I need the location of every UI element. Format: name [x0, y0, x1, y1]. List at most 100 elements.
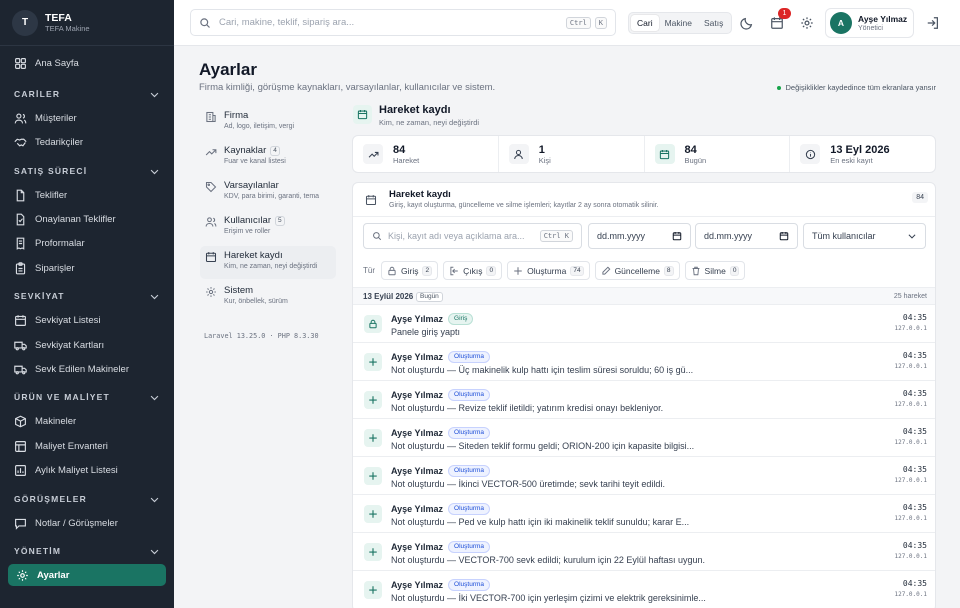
filter-cikis[interactable]: Çıkış 0	[443, 261, 503, 280]
date-from-input[interactable]: dd.mm.yyyy	[588, 223, 691, 249]
users-icon	[14, 112, 27, 123]
stat-label: Bugün	[684, 155, 707, 165]
date-to-input[interactable]: dd.mm.yyyy	[695, 223, 798, 249]
settings-nav-kaynaklar[interactable]: Kaynaklar 4 Fuar ve kanal listesi	[200, 141, 336, 174]
users-icon	[205, 217, 217, 227]
search-scope-toggle: Cari Makine Satış	[628, 12, 733, 34]
trash-icon	[692, 266, 699, 275]
sidebar-section-yonetim[interactable]: YÖNETİM	[14, 544, 160, 558]
sidebar-item-aylik-maliyet[interactable]: Aylık Maliyet Listesi	[0, 459, 174, 481]
sidebar-item-proformalar[interactable]: Proformalar	[0, 232, 174, 254]
activity-log-panel: Hareket kaydı Giriş, kayıt oluşturma, gü…	[352, 182, 936, 608]
sidebar-item-sevk-edilen-makineler[interactable]: Sevk Edilen Makineler	[0, 358, 174, 380]
sidebar-item-home[interactable]: Ana Sayfa	[0, 52, 174, 74]
search-input[interactable]: Cari, makine, teklif, sipariş ara...	[219, 17, 562, 28]
sidebar-item-teklifler[interactable]: Teklifler	[0, 184, 174, 206]
log-message: Not oluşturdu — Üç makinelik kulp hattı …	[391, 365, 694, 375]
log-row[interactable]: Ayşe Yılmaz Giriş Panele giriş yaptı 04:3…	[353, 305, 935, 343]
settings-nav-sistem[interactable]: Sistem Kur, önbellek, sürüm	[200, 281, 336, 314]
log-row[interactable]: Ayşe Yılmaz Oluşturma Not oluşturdu — Ped…	[353, 495, 935, 533]
stats-bar: 84 Hareket 1 Kişi 84 Bugün 13 Eyl 2026 En es…	[352, 135, 936, 173]
sidebar-item-ayarlar[interactable]: Ayarlar	[8, 564, 166, 586]
log-search-input[interactable]: Kişi, kayıt adı veya açıklama ara...	[388, 231, 536, 241]
settings-nav-desc: Kim, ne zaman, neyi değiştirdi	[224, 263, 318, 270]
stat-en-eski: 13 Eyl 2026 En eski kayıt	[790, 136, 935, 172]
sidebar-item-makineler[interactable]: Makineler	[0, 410, 174, 432]
sidebar-item-sevkiyat-kartlari[interactable]: Sevkiyat Kartları	[0, 334, 174, 356]
page-title: Ayarlar	[199, 60, 257, 79]
log-type-badge: Giriş	[448, 313, 474, 325]
filter-silme[interactable]: Silme 0	[684, 261, 746, 280]
chip-count: 8	[663, 265, 674, 276]
settings-nav-firma[interactable]: Firma Ad, logo, iletişim, vergi	[200, 106, 336, 139]
plus-icon	[514, 266, 522, 275]
settings-nav-hareket-kaydi[interactable]: Hareket kaydı Kim, ne zaman, neyi değişti…	[200, 246, 336, 279]
day-date: 13 Eylül 2026	[363, 292, 414, 301]
scope-makine[interactable]: Makine	[659, 15, 698, 31]
sidebar-item-label: Onaylanan Teklifler	[35, 213, 116, 225]
settings-nav-title: Hareket kaydı	[224, 250, 283, 261]
day-group-header: 13 Eylül 2026 Bugün 25 hareket	[353, 287, 935, 305]
log-row[interactable]: Ayşe Yılmaz Oluşturma Not oluşturdu — Sit…	[353, 419, 935, 457]
settings-nav-desc: Kur, önbellek, sürüm	[224, 298, 288, 305]
settings-nav-kullanicilar[interactable]: Kullanıcılar 5 Erişim ve roller	[200, 211, 336, 244]
log-row[interactable]: Ayşe Yılmaz Oluşturma Not oluşturdu — VEC…	[353, 533, 935, 571]
calendar-icon	[15, 314, 26, 326]
scope-satis[interactable]: Satış	[698, 15, 729, 31]
sidebar-section-urun[interactable]: ÜRÜN VE MALİYET	[14, 390, 160, 404]
log-ip: 127.0.0.1	[894, 401, 927, 408]
plus-icon	[364, 353, 382, 371]
log-row[interactable]: Ayşe Yılmaz Oluşturma Not oluşturdu — İki…	[353, 457, 935, 495]
sidebar-item-notlar[interactable]: Notlar / Görüşmeler	[0, 512, 174, 534]
log-user: Ayşe Yılmaz	[391, 428, 444, 438]
user-name: Ayşe Yılmaz	[858, 13, 908, 24]
sidebar-section-satis[interactable]: SATIŞ SÜRECİ	[14, 164, 160, 178]
log-row[interactable]: Ayşe Yılmaz Oluşturma Not oluşturdu — Rev…	[353, 381, 935, 419]
moon-icon[interactable]	[740, 16, 754, 30]
log-type-badge: Oluşturma	[448, 503, 491, 515]
sidebar-section-cariler[interactable]: CARİLER	[14, 87, 160, 101]
calendar-icon	[654, 144, 675, 164]
settings-nav-title: Firma	[224, 110, 249, 121]
sidebar-item-label: Maliyet Envanteri	[35, 440, 108, 452]
plus-icon	[364, 505, 382, 523]
settings-nav-title: Kaynaklar	[224, 145, 267, 156]
settings-nav-title: Sistem	[224, 285, 254, 296]
log-search-field[interactable]: Kişi, kayıt adı veya açıklama ara... Ctr…	[363, 223, 582, 249]
log-row[interactable]: Ayşe Yılmaz Oluşturma Not oluşturdu — Üç …	[353, 343, 935, 381]
panel-count: 84	[912, 192, 928, 203]
sidebar-section-gorusmeler[interactable]: GÖRÜŞMELER	[14, 492, 160, 506]
settings-nav-varsayilanlar[interactable]: Varsayılanlar KDV, para birimi, garanti, …	[200, 176, 336, 209]
log-type-badge: Oluşturma	[448, 579, 491, 591]
gear-icon[interactable]	[800, 16, 814, 30]
sidebar-item-maliyet-envanteri[interactable]: Maliyet Envanteri	[0, 435, 174, 457]
section-title: ÜRÜN VE MALİYET	[14, 392, 110, 402]
brand-logo: T	[12, 9, 38, 36]
sidebar-item-label: Proformalar	[35, 237, 85, 249]
user-filter-select[interactable]: Tüm kullanıcılar	[803, 223, 926, 249]
settings-nav-desc: Fuar ve kanal listesi	[224, 158, 286, 165]
section-title: SEVKİYAT	[14, 291, 65, 301]
sidebar-section-sevkiyat[interactable]: SEVKİYAT	[14, 289, 160, 303]
calendar-icon	[779, 231, 789, 241]
logout-icon[interactable]	[926, 16, 940, 30]
global-search[interactable]: Cari, makine, teklif, sipariş ara... Ctr…	[190, 9, 616, 36]
sidebar-item-tedarikciler[interactable]: Tedarikçiler	[0, 131, 174, 153]
user-menu[interactable]: A Ayşe Yılmaz Yönetici	[825, 8, 914, 38]
scope-cari[interactable]: Cari	[631, 15, 659, 31]
log-message: Not oluşturdu — İkinci VECTOR-500 üretim…	[391, 479, 665, 489]
log-time: 04:35	[902, 351, 927, 360]
log-user: Ayşe Yılmaz	[391, 542, 444, 552]
filter-guncelleme[interactable]: Güncelleme 8	[594, 261, 680, 280]
log-row[interactable]: Ayşe Yılmaz Oluşturma Not oluşturdu — İki…	[353, 571, 935, 608]
sidebar-item-sevkiyat-listesi[interactable]: Sevkiyat Listesi	[0, 309, 174, 331]
log-ip: 127.0.0.1	[894, 515, 927, 522]
brand[interactable]: T TEFA TEFA Makine	[0, 0, 174, 46]
info-icon	[800, 144, 821, 164]
sidebar-item-musteriler[interactable]: Müşteriler	[0, 107, 174, 129]
filter-olusturma[interactable]: Oluşturma 74	[507, 261, 590, 280]
document-icon	[16, 189, 25, 201]
sidebar-item-onaylanan-teklifler[interactable]: Onaylanan Teklifler	[0, 208, 174, 230]
sidebar-item-siparisler[interactable]: Siparişler	[0, 257, 174, 279]
filter-giris[interactable]: Giriş 2	[381, 261, 439, 280]
